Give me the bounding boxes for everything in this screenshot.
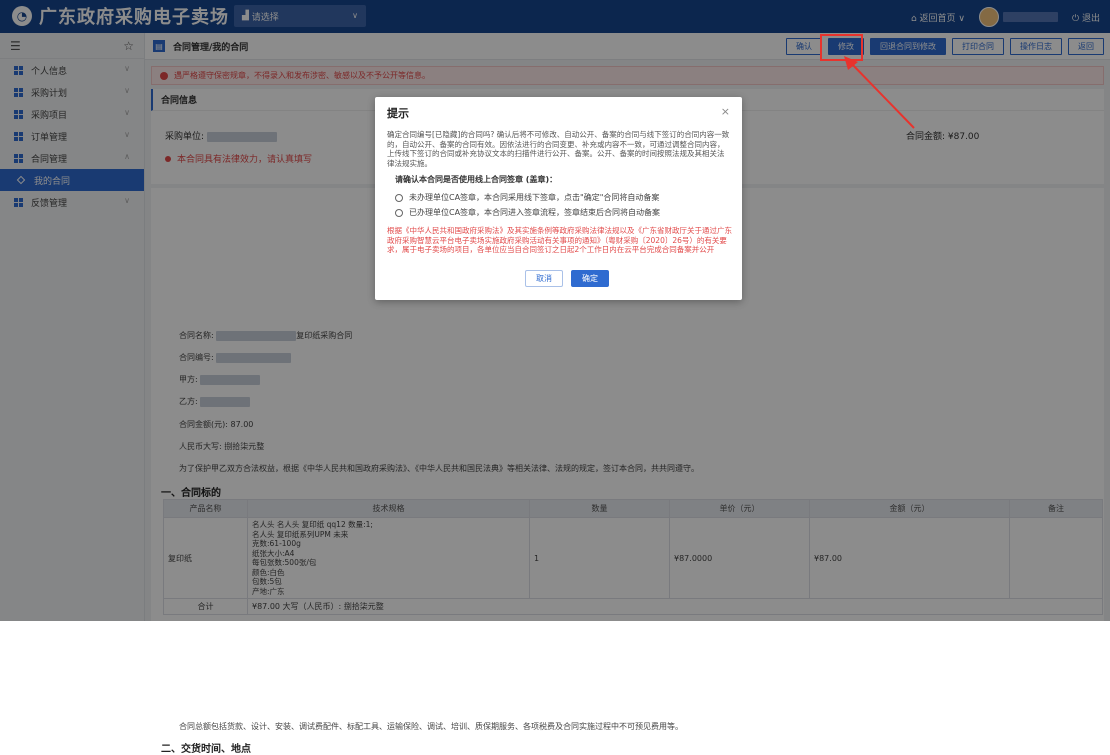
legal-notice: 根据《中华人民共和国政府采购法》及其实施条例等政府采购法律法规以及《广东省财政厅…	[387, 226, 732, 254]
confirm-dialog: 提示 × 确定合同编号[已隐藏]的合同吗? 确认后将不可修改、自动公开、备案的合…	[375, 97, 742, 300]
option-label: 未办理单位CA签章，本合同采用线下签章，点击"确定"合同将自动备案	[409, 193, 660, 202]
footer-note: 合同总额包括货款、设计、安装、调试费配件、标配工具、运输保险、调试、培训、质保期…	[179, 722, 683, 731]
close-icon[interactable]: ×	[721, 105, 730, 118]
section-heading-2: 二、交货时间、地点	[161, 744, 251, 755]
annotation-arrow	[844, 56, 915, 129]
dialog-question: 请确认本合同是否使用线上合同签章 (盖章)：	[395, 175, 558, 184]
dialog-body: 确定合同编号[已隐藏]的合同吗? 确认后将不可修改、自动公开、备案的合同与线下签…	[387, 130, 730, 168]
modal-overlay	[0, 0, 1110, 621]
dialog-buttons: 取消 确定	[525, 270, 609, 287]
radio-button[interactable]	[395, 193, 403, 202]
ok-button[interactable]: 确定	[571, 270, 609, 287]
option-label: 已办理单位CA签章，本合同进入签章流程，签章结束后合同将自动备案	[409, 208, 661, 217]
cancel-button[interactable]: 取消	[525, 270, 563, 287]
dialog-title: 提示	[387, 107, 409, 120]
option-offline-sign[interactable]: 未办理单位CA签章，本合同采用线下签章，点击"确定"合同将自动备案	[395, 192, 659, 203]
option-ca-sign[interactable]: 已办理单位CA签章，本合同进入签章流程，签章结束后合同将自动备案	[395, 207, 660, 218]
radio-button[interactable]	[395, 208, 403, 217]
